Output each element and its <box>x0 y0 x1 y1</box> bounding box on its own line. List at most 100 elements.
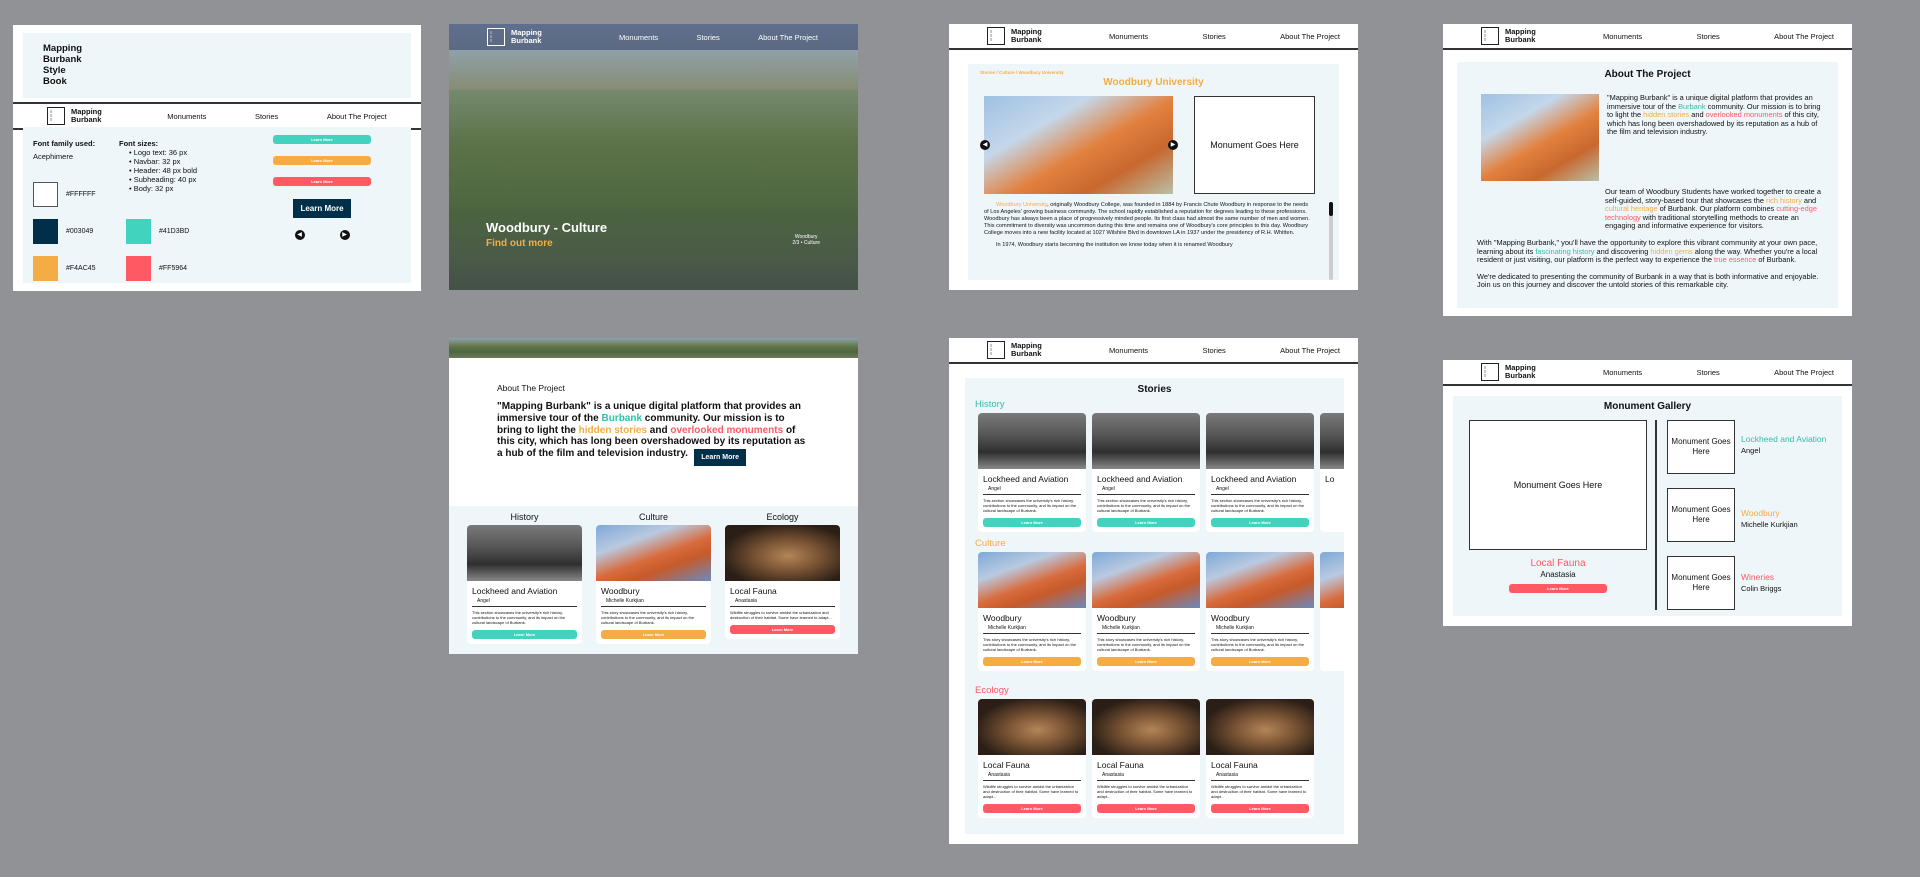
learn-more-pill-teal[interactable]: Learn More <box>983 518 1081 527</box>
article-body: Stories / Culture / Woodbury University … <box>968 64 1339 280</box>
card-image <box>1206 699 1314 755</box>
nav-stories[interactable]: Stories <box>255 112 278 121</box>
card-title: Lo <box>1325 474 1335 484</box>
card-title: Lockheed and Aviation <box>983 474 1069 484</box>
nav-monuments[interactable]: Monuments <box>1603 32 1642 41</box>
learn-more-pill-red[interactable]: Learn More <box>730 625 835 634</box>
font-family-label: Font family used: <box>33 139 96 148</box>
nav-monuments[interactable]: Monuments <box>1109 32 1148 41</box>
article-frame: ≡ ≡ ≡ Mapping Burbank Monuments Stories Abo… <box>949 24 1358 290</box>
about-paragraph-2: Our team of Woodbury Students have worke… <box>1605 187 1821 231</box>
card-title: Local Fauna <box>983 760 1030 770</box>
stories-frame: ≡ ≡ ≡ Mapping Burbank Monuments Stories Abo… <box>949 338 1358 844</box>
swatch-label: #003049 <box>66 227 94 235</box>
learn-more-pill-red[interactable]: Learn More <box>983 804 1081 813</box>
learn-more-button[interactable]: Learn More <box>293 199 351 218</box>
learn-more-pill-red[interactable]: Learn More <box>273 177 371 186</box>
story-card[interactable]: Local Fauna Anastasia Wildlife struggles… <box>725 525 840 639</box>
learn-more-pill-red[interactable]: Learn More <box>1097 804 1195 813</box>
story-card[interactable]: Woodbury Michelle Kurkjian This story show… <box>1092 552 1200 671</box>
learn-more-pill-orange[interactable]: Learn More <box>273 156 371 165</box>
nav-about[interactable]: About The Project <box>758 33 818 42</box>
card-image <box>1206 552 1314 608</box>
story-card[interactable]: Lockheed and Aviation Angel This section s… <box>978 413 1086 532</box>
nav-stories[interactable]: Stories <box>1696 368 1719 377</box>
story-card[interactable]: Lo <box>1320 413 1344 532</box>
about-paragraph-4: We're dedicated to presenting the commun… <box>1477 271 1819 290</box>
learn-more-pill-orange[interactable]: Learn More <box>983 657 1081 666</box>
learn-more-pill-teal[interactable]: Learn More <box>1211 518 1309 527</box>
story-card[interactable]: Woodbury Michelle Kurkjian This story sh… <box>596 525 711 644</box>
arrow-right-icon[interactable]: ▶ <box>1168 140 1178 150</box>
scrollbar[interactable] <box>1329 202 1333 280</box>
gallery-body: Monument Gallery Monument Goes Here Loca… <box>1453 396 1842 616</box>
about-body: About The Project "Mapping Burbank" is a… <box>1457 62 1838 308</box>
nav-stories[interactable]: Stories <box>1202 32 1225 41</box>
story-card[interactable]: Lockheed and Aviation Angel This section s… <box>1092 413 1200 532</box>
learn-more-pill-red[interactable]: Learn More <box>1509 584 1607 593</box>
learn-more-pill-teal[interactable]: Learn More <box>273 135 371 144</box>
arrow-right-icon[interactable]: ▶ <box>339 230 350 240</box>
nav-monuments[interactable]: Monuments <box>167 112 206 121</box>
learn-more-pill-red[interactable]: Learn More <box>1211 804 1309 813</box>
swatch-white <box>33 181 58 207</box>
logo[interactable]: ≡ ≡ ≡ Mapping Burbank <box>1453 27 1603 45</box>
nav-about[interactable]: About The Project <box>327 112 387 121</box>
nav-stories[interactable]: Stories <box>1202 346 1225 355</box>
swatch-teal <box>126 218 151 244</box>
nav-stories[interactable]: Stories <box>696 33 719 42</box>
gallery-item-title[interactable]: Wineries <box>1741 572 1774 582</box>
monument-thumb[interactable]: Monument Goes Here <box>1667 420 1735 474</box>
monument-thumb[interactable]: Monument Goes Here <box>1667 556 1735 610</box>
navbar: ≡ ≡ ≡ Mapping Burbank Monuments Stories Abo… <box>1443 360 1852 386</box>
logo[interactable]: ≡ ≡ ≡ Mapping Burbank <box>959 27 1109 45</box>
nav-about[interactable]: About The Project <box>1774 368 1834 377</box>
story-card[interactable]: Lockheed and Aviation Angel This section s… <box>1206 413 1314 532</box>
monument-thumb[interactable]: Monument Goes Here <box>1667 488 1735 542</box>
gallery-item-title[interactable]: Woodbury <box>1741 508 1780 518</box>
about-paragraph-3: With "Mapping Burbank," you'll have the … <box>1477 237 1818 265</box>
learn-more-pill-teal[interactable]: Learn More <box>472 630 577 639</box>
logo-line: Burbank <box>71 115 102 124</box>
story-card[interactable]: Lockheed and Aviation Angel This section… <box>467 525 582 644</box>
story-card[interactable]: Local Fauna Anastasia Wildlife struggles t… <box>1092 699 1200 818</box>
gallery-divider <box>1655 420 1657 610</box>
story-card[interactable]: Woodbury Michelle Kurkjian This story show… <box>978 552 1086 671</box>
card-title: Woodbury <box>983 613 1022 623</box>
breadcrumb[interactable]: Stories / Culture / Woodbury University <box>980 70 1064 75</box>
article-highlight[interactable]: Woodbury University <box>996 202 1047 208</box>
nav-monuments[interactable]: Monuments <box>1109 346 1148 355</box>
arrow-left-icon[interactable]: ◀ <box>294 230 305 240</box>
card-image <box>1092 552 1200 608</box>
story-card[interactable] <box>1320 552 1344 671</box>
nav-about[interactable]: About The Project <box>1280 346 1340 355</box>
navbar: ≡ ≡ ≡ Mapping Burbank Monuments Stories Abo… <box>949 24 1358 50</box>
monument-placeholder-large[interactable]: Monument Goes Here <box>1469 420 1647 550</box>
card-description: This story showcases the university's ri… <box>983 637 1077 652</box>
card-description: This story showcases the university's ri… <box>1211 637 1305 652</box>
logo[interactable]: ≡ ≡ ≡ Mapping Burbank <box>23 107 143 125</box>
logo[interactable]: ≡ ≡ ≡ Mapping Burbank <box>959 341 1109 359</box>
category-title: Culture <box>638 512 668 522</box>
logo[interactable]: ≡ ≡ ≡ Mapping Burbank <box>459 28 619 46</box>
learn-more-button[interactable]: Learn More <box>694 448 746 466</box>
story-card[interactable]: Local Fauna Anastasia Wildlife struggles t… <box>1206 699 1314 818</box>
learn-more-pill-teal[interactable]: Learn More <box>1097 518 1195 527</box>
nav-about[interactable]: About The Project <box>1280 32 1340 41</box>
nav-about[interactable]: About The Project <box>1774 32 1834 41</box>
gallery-item-title[interactable]: Lockheed and Aviation <box>1741 434 1826 444</box>
card-title: Lockheed and Aviation <box>1097 474 1183 484</box>
learn-more-pill-orange[interactable]: Learn More <box>1097 657 1195 666</box>
logo[interactable]: ≡ ≡ ≡ Mapping Burbank <box>1453 363 1603 381</box>
learn-more-pill-orange[interactable]: Learn More <box>1211 657 1309 666</box>
learn-more-pill-orange[interactable]: Learn More <box>601 630 706 639</box>
nav-monuments[interactable]: Monuments <box>1603 368 1642 377</box>
story-card[interactable]: Woodbury Michelle Kurkjian This story show… <box>1206 552 1314 671</box>
arrow-left-icon[interactable]: ◀ <box>980 140 990 150</box>
hero-frame: ≡ ≡ ≡ Mapping Burbank Monuments Stories Abo… <box>449 24 858 290</box>
hero-link[interactable]: Find out more <box>486 238 553 249</box>
nav-stories[interactable]: Stories <box>1696 32 1719 41</box>
story-card[interactable]: Local Fauna Anastasia Wildlife struggles t… <box>978 699 1086 818</box>
scrollbar-thumb[interactable] <box>1329 202 1333 216</box>
nav-monuments[interactable]: Monuments <box>619 33 658 42</box>
